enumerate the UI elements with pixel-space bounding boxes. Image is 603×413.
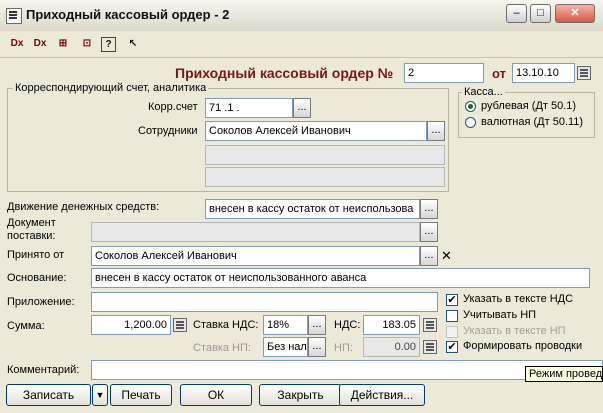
sum-calculator-icon[interactable] bbox=[173, 318, 187, 332]
analytics-input-3 bbox=[205, 167, 445, 187]
document-number-input[interactable]: 2 bbox=[404, 63, 484, 83]
count-np-label: Учитывать НП bbox=[463, 309, 537, 321]
np-text-checkbox bbox=[446, 326, 458, 338]
close-window-button[interactable]: ✕ bbox=[555, 4, 595, 23]
vat-input[interactable]: 183.05 bbox=[363, 315, 420, 335]
entries-label: Формировать проводки bbox=[463, 340, 583, 352]
vat-label: НДС: bbox=[334, 319, 361, 331]
attachment-input[interactable] bbox=[91, 292, 438, 312]
toolbar-form-icon[interactable]: ⊡ bbox=[78, 36, 96, 52]
correspond-group-label: Корреспондирующий счет, аналитика bbox=[13, 82, 209, 94]
basis-label: Основание: bbox=[7, 272, 67, 284]
vat-text-label: Указать в тексте НДС bbox=[463, 293, 574, 305]
delivery-select-button[interactable]: ... bbox=[420, 222, 438, 242]
save-dropdown-button[interactable]: ▼ bbox=[92, 384, 108, 406]
vat-calculator-icon[interactable] bbox=[423, 318, 437, 332]
delivery-label-2: поставки: bbox=[7, 230, 56, 242]
actions-button[interactable]: Действия... bbox=[339, 384, 425, 406]
movement-select-button[interactable]: ... bbox=[420, 199, 438, 219]
document-title: Приходный кассовый ордер № bbox=[175, 65, 394, 81]
np-label: НП: bbox=[334, 342, 353, 354]
np-rate-select-button[interactable]: ... bbox=[308, 337, 326, 357]
basis-input[interactable]: внесен в кассу остаток от неиспользованн… bbox=[91, 268, 590, 288]
toolbar-help-icon[interactable]: ? bbox=[101, 37, 116, 52]
np-rate-label: Ставка НП: bbox=[193, 342, 251, 354]
close-button[interactable]: Закрыть bbox=[259, 384, 342, 406]
attachment-label: Приложение: bbox=[7, 296, 75, 308]
cash-ruble-label: рублевая (Дт 50.1) bbox=[481, 100, 577, 112]
maximize-button[interactable]: □ bbox=[530, 4, 551, 23]
tooltip: Режим проведе bbox=[525, 366, 603, 382]
np-input[interactable]: 0.00 bbox=[363, 337, 420, 357]
analytics-input-2 bbox=[205, 145, 445, 165]
employees-label: Сотрудники bbox=[138, 125, 198, 137]
date-calendar-icon[interactable] bbox=[577, 66, 591, 80]
employee-select-button[interactable]: ... bbox=[427, 121, 445, 141]
ok-button[interactable]: ОК bbox=[180, 384, 252, 406]
vat-rate-input[interactable]: 18% bbox=[263, 315, 308, 335]
window-app-icon bbox=[6, 8, 22, 24]
print-button[interactable]: Печать bbox=[110, 384, 172, 406]
np-calculator-icon[interactable] bbox=[423, 340, 437, 354]
vat-rate-label: Ставка НДС: bbox=[193, 319, 259, 331]
sum-input[interactable]: 1,200.00 bbox=[91, 315, 171, 335]
cash-ruble-radio[interactable] bbox=[465, 101, 476, 112]
received-clear-icon[interactable]: ✕ bbox=[441, 248, 452, 264]
entries-checkbox[interactable]: ✔ bbox=[446, 341, 458, 353]
delivery-label: Документ bbox=[7, 217, 56, 229]
date-input[interactable]: 13.10.10 bbox=[512, 63, 575, 83]
toolbar-dt-icon[interactable]: Dx bbox=[8, 36, 26, 52]
cash-currency-radio[interactable] bbox=[465, 117, 476, 128]
vat-rate-select-button[interactable]: ... bbox=[308, 315, 326, 335]
movement-input[interactable]: внесен в кассу остаток от неиспользова bbox=[205, 199, 420, 219]
cash-group bbox=[458, 92, 595, 138]
movement-label: Движение денежных средств: bbox=[7, 201, 160, 213]
cash-currency-label: валютная (Дт 50.11) bbox=[481, 116, 584, 128]
account-select-button[interactable]: ... bbox=[293, 98, 311, 118]
toolbar-kt-icon[interactable]: Dx bbox=[31, 36, 49, 52]
delivery-input[interactable] bbox=[91, 222, 420, 242]
np-rate-input[interactable]: Без нал bbox=[263, 337, 308, 357]
count-np-checkbox[interactable] bbox=[446, 310, 458, 322]
received-label: Принято от bbox=[7, 249, 65, 261]
save-button[interactable]: Записать bbox=[6, 384, 91, 406]
employee-input[interactable]: Соколов Алексей Иванович bbox=[205, 121, 427, 141]
account-label: Корр.счет bbox=[148, 101, 198, 113]
window-title: Приходный кассовый ордер - 2 bbox=[26, 7, 230, 22]
comment-label: Комментарий: bbox=[7, 364, 80, 376]
cash-group-label: Касса... bbox=[462, 86, 505, 98]
toolbar-pointer-help-icon[interactable]: ↖ bbox=[124, 36, 142, 52]
np-text-label: Указать в тексте НП bbox=[463, 325, 566, 337]
date-label: от bbox=[492, 66, 506, 81]
toolbar-entries-icon[interactable]: ⊞ bbox=[54, 36, 72, 52]
vat-text-checkbox[interactable]: ✔ bbox=[446, 294, 458, 306]
account-input[interactable]: 71 .1 . bbox=[205, 98, 293, 118]
received-select-button[interactable]: ... bbox=[420, 246, 438, 266]
received-input[interactable]: Соколов Алексей Иванович bbox=[91, 246, 420, 266]
sum-label: Сумма: bbox=[7, 320, 45, 332]
minimize-button[interactable]: – bbox=[506, 4, 527, 23]
